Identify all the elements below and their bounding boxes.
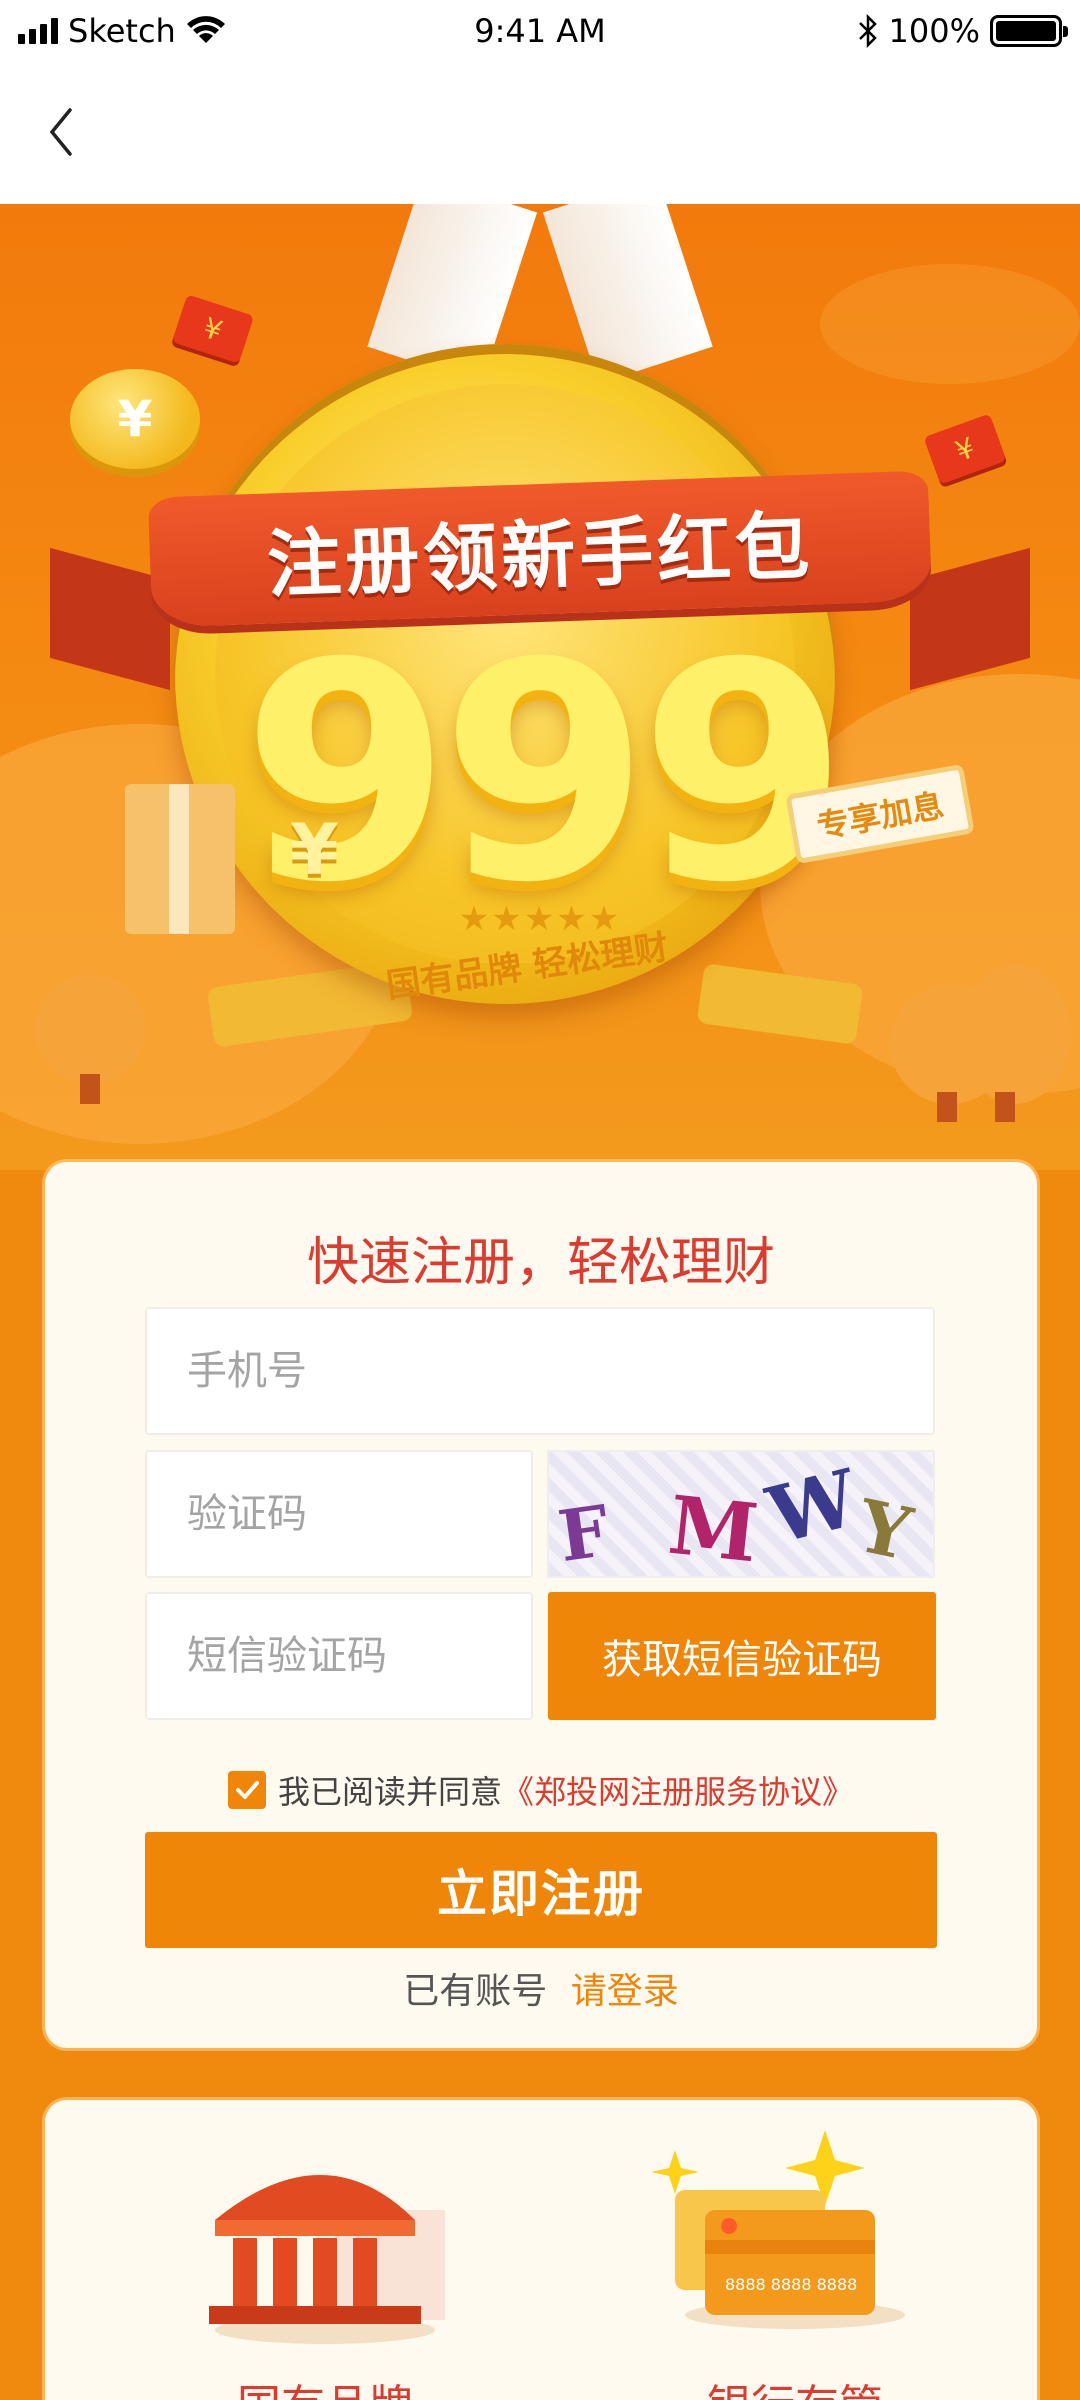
login-prompt-row: 已有账号 请登录: [45, 1962, 1037, 2014]
bluetooth-icon: [858, 14, 877, 48]
feature-bank-custody: 8888 8888 8888 银行存管: [645, 2100, 945, 2400]
wifi-icon: [186, 16, 225, 43]
carrier-label: Sketch: [68, 12, 176, 50]
gift-box-icon: [125, 784, 235, 934]
status-bar: Sketch 9:41 AM 100%: [0, 0, 1080, 62]
svg-text:8888 8888 8888: 8888 8888 8888: [725, 2275, 857, 2294]
bank-building-icon: [209, 2175, 445, 2344]
login-prompt: 已有账号: [403, 1971, 548, 2012]
feature-state-brand: 国有品牌: [175, 2100, 475, 2400]
agreement-row: 我已阅读并同意 《郑投网注册服务协议》: [45, 1767, 1037, 1813]
tree-right-2: [960, 964, 1070, 1104]
status-right: 100%: [857, 12, 1068, 50]
gold-coin-icon: ¥: [70, 369, 200, 469]
sms-code-field[interactable]: [145, 1592, 533, 1720]
phone-field[interactable]: [145, 1307, 935, 1435]
register-card: 快速注册，轻松理财 F M W Y 获取短信验证码 我已阅读并同意 《郑投网注册…: [45, 1162, 1037, 2048]
agree-checkbox[interactable]: [227, 1771, 266, 1809]
status-left: Sketch: [18, 12, 226, 50]
cloud: [820, 264, 1080, 384]
red-envelope-icon: ¥: [923, 413, 1007, 485]
features-card: 国有品牌 8888 8888 8888 银行存管: [45, 2100, 1037, 2400]
feature-label: 银行存管: [645, 2370, 945, 2400]
currency-symbol: ¥: [290, 809, 339, 891]
get-sms-code-button[interactable]: 获取短信验证码: [548, 1592, 936, 1720]
service-agreement-link[interactable]: 《郑投网注册服务协议》: [502, 1767, 854, 1813]
red-envelope-icon: ¥: [171, 294, 255, 364]
tree-left: [35, 974, 145, 1084]
phone-input[interactable]: [187, 1348, 933, 1394]
promo-hero: 注册领新手红包 999 ¥ ★★★★★ 国有品牌 轻松理财 专享加息 ¥ ¥ ¥: [0, 204, 1080, 1170]
feature-label: 国有品牌: [175, 2370, 475, 2400]
checkmark-icon: [235, 1781, 259, 1799]
captcha-input[interactable]: [187, 1491, 531, 1537]
login-link[interactable]: 请登录: [571, 1971, 679, 2012]
register-button[interactable]: 立即注册: [145, 1832, 937, 1948]
sms-code-input[interactable]: [187, 1633, 531, 1679]
battery-percent: 100%: [888, 12, 980, 50]
agree-text: 我已阅读并同意: [277, 1773, 502, 1811]
signal-icon: [18, 18, 58, 44]
nav-bar: [0, 62, 1080, 204]
back-chevron-icon[interactable]: [40, 102, 90, 162]
captcha-field[interactable]: [145, 1450, 533, 1578]
form-title: 快速注册，轻松理财: [306, 1233, 775, 1293]
captcha-image[interactable]: F M W Y: [547, 1450, 935, 1578]
bank-card-icon: 8888 8888 8888: [651, 2130, 905, 2329]
battery-icon: [990, 15, 1068, 47]
